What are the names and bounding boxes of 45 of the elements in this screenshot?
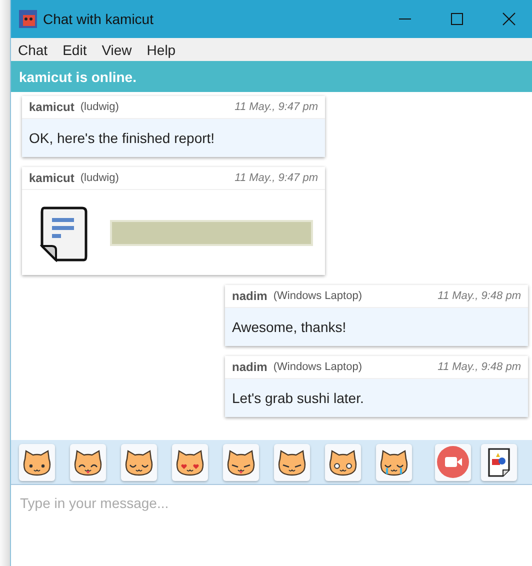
device-name: (Windows Laptop) (273, 361, 363, 373)
emoji-button[interactable] (121, 444, 157, 480)
status-banner: kamicut is online. (11, 61, 532, 92)
maximize-icon (451, 13, 463, 25)
emoji-button[interactable] (376, 444, 412, 480)
sender-name: kamicut (29, 100, 74, 114)
message-text: Let's grab sushi later. (225, 379, 528, 417)
device-name: (ludwig) (80, 101, 120, 113)
cat-face-icon (22, 448, 52, 476)
message-text: OK, here's the finished report! (22, 119, 325, 157)
send-file-button[interactable] (481, 444, 517, 480)
cat-face-icon (124, 448, 154, 476)
video-call-button[interactable] (435, 444, 471, 480)
cat-face-icon (277, 448, 307, 476)
message-text: Awesome, thanks! (225, 308, 528, 346)
close-icon (502, 12, 516, 26)
sender-name: nadim (232, 289, 268, 303)
emoji-button[interactable] (223, 444, 259, 480)
cat-face-icon (175, 448, 205, 476)
sender-name: nadim (232, 360, 268, 374)
cat-face-icon (379, 448, 409, 476)
file-send-icon (487, 447, 511, 477)
emoji-button[interactable] (70, 444, 106, 480)
emoji-button[interactable] (274, 444, 310, 480)
video-camera-icon (437, 446, 469, 478)
window-title: Chat with kamicut (43, 11, 154, 27)
menu-item[interactable]: Help (146, 42, 176, 58)
device-name: (Windows Laptop) (273, 290, 363, 302)
cat-face-icon (328, 448, 358, 476)
emoji-button[interactable] (19, 444, 55, 480)
menu-item[interactable]: Chat (18, 42, 48, 58)
message-time: 11 May., 9:47 pm (234, 172, 318, 184)
message-time: 11 May., 9:48 pm (438, 361, 521, 373)
menu-item[interactable]: View (102, 42, 132, 58)
emoji-button[interactable] (325, 444, 361, 480)
app-icon (19, 10, 37, 28)
message-time: 11 May., 9:48 pm (438, 290, 521, 302)
device-name: (ludwig) (80, 172, 120, 184)
sender-name: kamicut (29, 171, 74, 185)
minimize-icon (399, 18, 411, 20)
cat-face-icon (226, 448, 256, 476)
message-time: 11 May., 9:47 pm (234, 101, 318, 113)
menu-item[interactable]: Edit (62, 42, 87, 58)
emoji-button[interactable] (172, 444, 208, 480)
cat-face-icon (73, 448, 103, 476)
